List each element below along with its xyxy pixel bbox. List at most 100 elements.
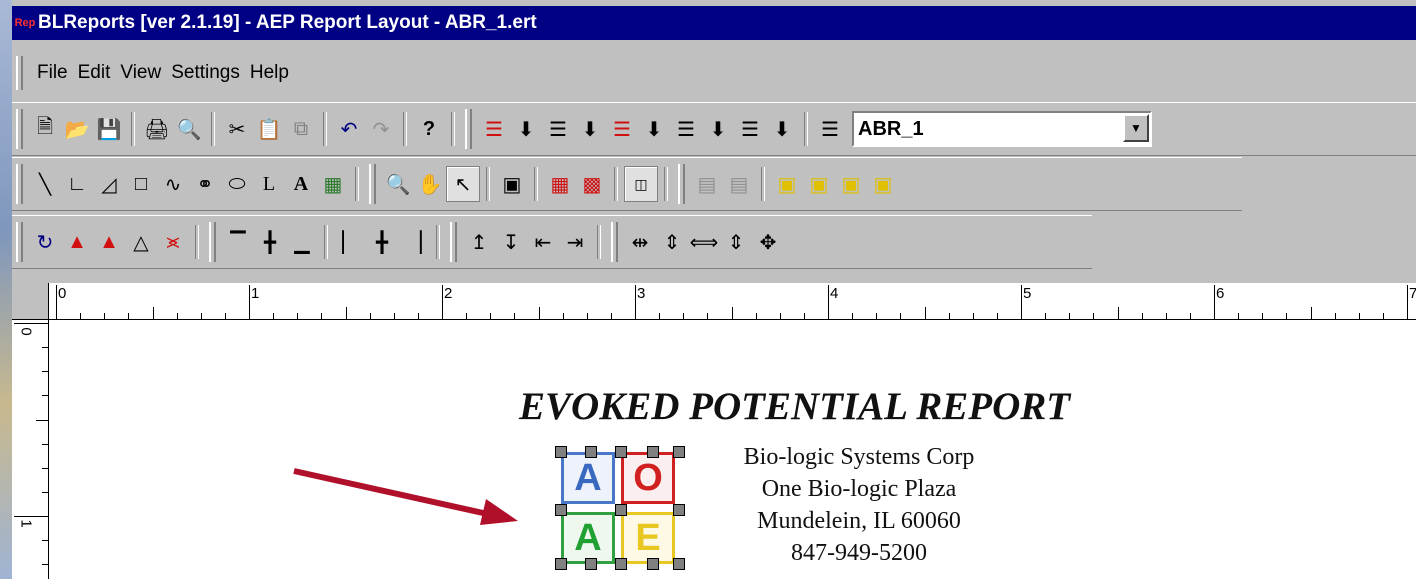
band-move-1-icon[interactable]: ☰ [478, 112, 510, 146]
resize-handle[interactable] [615, 558, 627, 570]
fit-bottom-icon[interactable]: ↧ [495, 225, 527, 259]
mirror-icon[interactable]: △ [125, 225, 157, 259]
align-left-edge-icon[interactable]: ▏ [334, 225, 366, 259]
undo-icon[interactable]: ↶ [333, 112, 365, 146]
resize-handle[interactable] [555, 504, 567, 516]
menu-settings[interactable]: Settings [171, 62, 240, 84]
toolbar-grip[interactable] [678, 164, 685, 204]
menu-help[interactable]: Help [250, 62, 289, 84]
menu-grip[interactable] [16, 56, 23, 90]
align-middle-icon[interactable]: ╋ [254, 225, 286, 259]
same-size-icon[interactable]: ✥ [752, 225, 784, 259]
copy-icon[interactable]: ⧉ [285, 112, 317, 146]
help-icon[interactable]: ? [413, 112, 445, 146]
company-logo[interactable]: A O A E [555, 446, 685, 570]
resize-handle[interactable] [585, 446, 597, 458]
bring-front-icon[interactable]: ▣ [771, 167, 803, 201]
menu-view[interactable]: View [120, 62, 161, 84]
toolbar-grip[interactable] [465, 109, 472, 149]
save-icon[interactable]: 💾 [93, 112, 125, 146]
pan-hand-icon[interactable]: ✋ [414, 167, 446, 201]
chevron-down-icon[interactable]: ▼ [1123, 114, 1149, 142]
resize-handle[interactable] [615, 504, 627, 516]
move-down-icon[interactable]: ⬇ [638, 112, 670, 146]
resize-handle[interactable] [647, 446, 659, 458]
template-select[interactable]: ABR_1 ▼ [852, 111, 1152, 147]
fit-top-icon[interactable]: ↥ [463, 225, 495, 259]
move-down-icon[interactable]: ⬇ [702, 112, 734, 146]
menu-file[interactable]: File [37, 62, 68, 84]
send-back-icon[interactable]: ▣ [867, 167, 899, 201]
frame-icon[interactable]: ◫ [624, 166, 658, 202]
rectangle-icon[interactable]: □ [125, 167, 157, 201]
space-v-icon[interactable]: ⇕ [656, 225, 688, 259]
group-icon[interactable]: ▦ [544, 167, 576, 201]
toolbar-grip[interactable] [450, 222, 457, 262]
open-icon[interactable]: 📂 [61, 112, 93, 146]
line-icon[interactable]: ╲ [29, 167, 61, 201]
move-down-icon[interactable]: ⬇ [574, 112, 606, 146]
image-icon[interactable]: ▦ [317, 167, 349, 201]
band-move-4-icon[interactable]: ☰ [670, 112, 702, 146]
bring-forward-icon[interactable]: ▣ [803, 167, 835, 201]
move-down-icon[interactable]: ⬇ [766, 112, 798, 146]
resize-handle[interactable] [555, 446, 567, 458]
flip-h-icon[interactable]: ▲ [61, 225, 93, 259]
resize-handle[interactable] [673, 504, 685, 516]
right-angle-icon[interactable]: ∟ [61, 167, 93, 201]
band-move-2-icon[interactable]: ☰ [542, 112, 574, 146]
ellipse-icon[interactable]: ⬭ [221, 167, 253, 201]
print-preview-icon[interactable]: 🔍 [173, 112, 205, 146]
space-h-icon[interactable]: ⇹ [624, 225, 656, 259]
properties-icon[interactable]: ▣ [496, 167, 528, 201]
align-top-icon[interactable]: ▔ [222, 225, 254, 259]
resize-handle[interactable] [647, 558, 659, 570]
align-left-icon[interactable]: ▤ [691, 167, 723, 201]
align-center-icon[interactable]: ╋ [366, 225, 398, 259]
move-down-icon[interactable]: ⬇ [510, 112, 542, 146]
toolbar-grip[interactable] [16, 109, 23, 149]
band-move-3-icon[interactable]: ☰ [606, 112, 638, 146]
new-icon[interactable]: 🗎 [29, 112, 61, 146]
menu-edit[interactable]: Edit [78, 62, 111, 84]
ruler-tick [1093, 313, 1095, 319]
paste-icon[interactable]: 📋 [253, 112, 285, 146]
text-icon[interactable]: A [285, 167, 317, 201]
company-address[interactable]: Bio-logic Systems Corp One Bio-logic Pla… [719, 441, 999, 569]
align-bottom-icon[interactable]: ▁ [286, 225, 318, 259]
toolbar-grip[interactable] [611, 222, 618, 262]
triangle-icon[interactable]: ◿ [93, 167, 125, 201]
freeform-icon[interactable]: ⚭ [189, 167, 221, 201]
rotate-icon[interactable]: ↻ [29, 225, 61, 259]
flip-v-icon[interactable]: ▲ [93, 225, 125, 259]
align-right-edge-icon[interactable]: ▕ [398, 225, 430, 259]
band-move-5-icon[interactable]: ☰ [734, 112, 766, 146]
redo-icon[interactable]: ↷ [365, 112, 397, 146]
same-width-icon[interactable]: ⟺ [688, 225, 720, 259]
same-height-icon[interactable]: ⇕ [720, 225, 752, 259]
resize-handle[interactable] [555, 558, 567, 570]
report-page[interactable]: EVOKED POTENTIAL REPORT A O A E Bio-logi… [49, 320, 1416, 579]
send-backward-icon[interactable]: ▣ [835, 167, 867, 201]
fit-right-icon[interactable]: ⇥ [559, 225, 591, 259]
toolbar-grip[interactable] [16, 164, 23, 204]
ungroup-icon[interactable]: ▩ [576, 167, 608, 201]
curve-icon[interactable]: ∿ [157, 167, 189, 201]
report-title[interactable]: EVOKED POTENTIAL REPORT [519, 384, 1070, 429]
resize-handle[interactable] [673, 446, 685, 458]
band-list-icon[interactable]: ☰ [814, 112, 846, 146]
fit-left-icon[interactable]: ⇤ [527, 225, 559, 259]
toolbar-grip[interactable] [369, 164, 376, 204]
cut-icon[interactable]: ✂ [221, 112, 253, 146]
pointer-icon[interactable]: ↖ [446, 166, 480, 202]
skew-icon[interactable]: ⪤ [157, 225, 189, 259]
resize-handle[interactable] [673, 558, 685, 570]
resize-handle[interactable] [615, 446, 627, 458]
toolbar-grip[interactable] [16, 222, 23, 262]
toolbar-grip[interactable] [209, 222, 216, 262]
l-shape-icon[interactable]: L [253, 167, 285, 201]
resize-handle[interactable] [585, 558, 597, 570]
align-right-icon[interactable]: ▤ [723, 167, 755, 201]
print-icon[interactable]: 🖨 [141, 112, 173, 146]
zoom-icon[interactable]: 🔍 [382, 167, 414, 201]
